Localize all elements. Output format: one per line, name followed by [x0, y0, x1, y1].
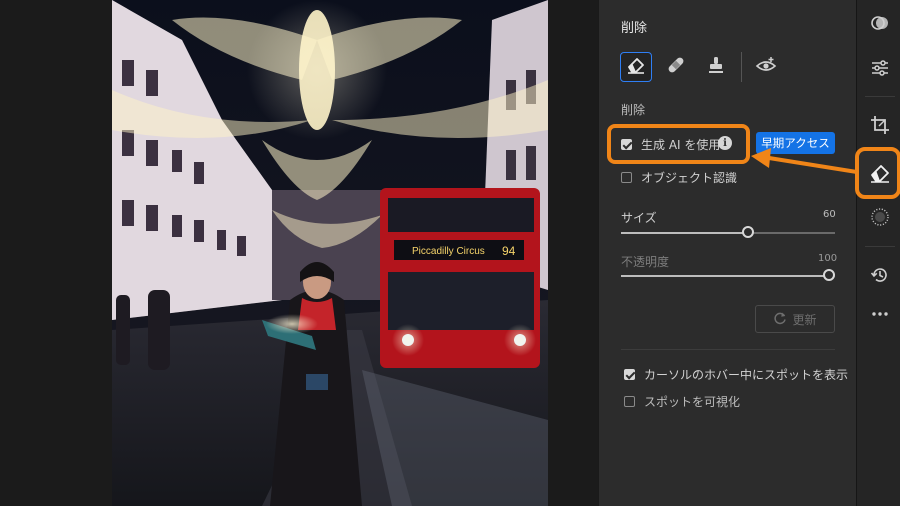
refresh-button[interactable]: 更新: [755, 305, 835, 333]
sliders-icon[interactable]: [869, 57, 891, 79]
refresh-label: 更新: [792, 312, 817, 327]
photo-illustration: Piccadilly Circus 94: [112, 0, 548, 506]
refresh-icon: [773, 311, 787, 328]
opacity-value[interactable]: 100: [818, 253, 837, 264]
bandage-icon: [666, 55, 686, 79]
section-label: 削除: [621, 103, 646, 117]
svg-text:94: 94: [502, 244, 516, 258]
svg-text:Piccadilly Circus: Piccadilly Circus: [412, 246, 485, 257]
tool-remove-button[interactable]: [620, 52, 652, 82]
annotation-highlight-box: [607, 124, 750, 164]
opacity-label: 不透明度: [621, 255, 670, 269]
size-slider[interactable]: [621, 226, 835, 238]
rail-separator: [865, 96, 895, 97]
show-spot-label[interactable]: カーソルのホバー中にスポットを表示: [644, 366, 848, 383]
eraser-icon: [626, 56, 646, 78]
stamp-icon: [706, 55, 726, 79]
rail-separator: [865, 246, 895, 247]
history-icon[interactable]: [869, 264, 891, 286]
size-value[interactable]: 60: [823, 209, 836, 220]
photo-image[interactable]: Piccadilly Circus 94: [112, 0, 548, 506]
tool-rail: [855, 0, 900, 506]
blur-icon[interactable]: [869, 206, 891, 228]
red-eye-icon: [755, 55, 777, 79]
more-icon[interactable]: [869, 303, 891, 325]
size-slider-thumb[interactable]: [742, 226, 754, 238]
tool-heal-button[interactable]: [660, 52, 692, 82]
size-label: サイズ: [621, 211, 657, 225]
remove-panel: 削除 削除 生成 AI を使用 i 早期アクセス オブジェクト認識 サイズ 60…: [598, 0, 857, 506]
opacity-slider-thumb[interactable]: [823, 269, 835, 281]
object-detection-label[interactable]: オブジェクト認識: [641, 169, 737, 186]
tool-divider: [741, 52, 742, 82]
photo-canvas[interactable]: Piccadilly Circus 94: [0, 0, 598, 506]
opacity-slider-fill: [621, 275, 827, 277]
tool-clone-button[interactable]: [700, 52, 732, 82]
panel-title: 削除: [621, 21, 648, 36]
panel-divider: [621, 349, 835, 350]
object-detection-checkbox[interactable]: [621, 172, 632, 183]
show-spot-checkbox[interactable]: [624, 369, 635, 380]
visualize-spots-label[interactable]: スポットを可視化: [644, 393, 740, 410]
size-slider-fill: [621, 232, 749, 234]
masking-icon[interactable]: [869, 12, 891, 34]
crop-icon[interactable]: [869, 114, 891, 136]
visualize-spots-checkbox[interactable]: [624, 396, 635, 407]
tool-red-eye-button[interactable]: [750, 52, 782, 82]
opacity-slider[interactable]: [621, 269, 835, 281]
annotation-arrow: [751, 148, 857, 174]
eraser-icon[interactable]: [869, 162, 891, 184]
